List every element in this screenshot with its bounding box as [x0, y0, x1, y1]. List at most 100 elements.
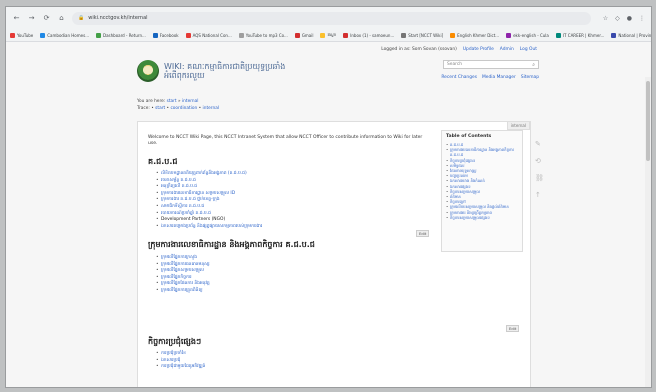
- address-bar[interactable]: 🔒 wiki.ncctgov.kh/internal: [72, 11, 591, 25]
- wiki-header: WIKI: គណៈកម្មាធិការជាតិប្រយុទ្ធប្រឆាំង អ…: [137, 60, 539, 94]
- bookmark-item[interactable]: YouTube to mp3 Co...: [238, 32, 288, 38]
- toc-item[interactable]: ក្រុមការងារលេខាធិការដ្ឋាន និងអង្គភាពកិច្…: [446, 147, 518, 157]
- wiki-link[interactable]: ការប្រជុំប្រចាំខែ: [156, 351, 205, 358]
- wiki-link[interactable]: លិខិតបទដ្ឋានគតិយុត្តពាក់ព័ន្ធនឹងអង្គភាព …: [156, 171, 262, 178]
- bookmark-label: Gmail: [301, 32, 314, 38]
- wiki-link[interactable]: អនុក្រឹត្យលើ គ.ជ.ប.ជ: [156, 184, 262, 191]
- wiki-link[interactable]: ក្រុមលើផ្នែកការក្រសួង: [156, 255, 210, 262]
- bookmark-favicon-icon: [506, 32, 512, 38]
- bookmark-favicon-icon: [611, 32, 617, 38]
- wiki-link[interactable]: ក្រុមលើផ្នែកផែនការ និងអនុវត្ត: [156, 281, 210, 288]
- bookmark-item[interactable]: English Khmer Dict...: [450, 32, 500, 38]
- recent-changes-link[interactable]: Recent Changes: [441, 75, 477, 80]
- bookmark-item[interactable]: Cambodian Homes...: [40, 32, 90, 38]
- bookmark-label: Cambodian Homes...: [47, 32, 90, 38]
- home-icon[interactable]: ⌂: [57, 14, 66, 22]
- bookmark-favicon-icon: [238, 32, 244, 38]
- star-icon[interactable]: ☆: [603, 15, 608, 22]
- bookmark-item[interactable]: Facebook: [152, 32, 179, 38]
- trace-start[interactable]: start: [155, 106, 165, 111]
- media-manager-link[interactable]: Media Manager: [482, 75, 516, 80]
- section-list-secretariat: ក្រុមលើផ្នែកការក្រសួងក្រុមលើផ្នែកការធនធា…: [156, 255, 210, 295]
- bookmark-item[interactable]: AQS National Con...: [185, 32, 232, 38]
- edit-button[interactable]: Edit: [506, 325, 520, 332]
- bookmarks-bar: YouTube Cambodian Homes... Dashboard - Ret…: [6, 29, 651, 42]
- address-text[interactable]: wiki.ncctgov.kh/internal: [88, 15, 147, 21]
- scrollbar[interactable]: [645, 77, 651, 387]
- edit-page-icon[interactable]: ✎: [535, 140, 544, 148]
- bookmark-item[interactable]: YouTube: [10, 32, 34, 38]
- trace-label: Trace:: [137, 105, 150, 111]
- browser-window: ← → ⟳ ⌂ 🔒 wiki.ncctgov.kh/internal ☆ ◇ ●…: [5, 6, 652, 388]
- ncct-logo[interactable]: [137, 60, 159, 82]
- bookmark-label: Start [NCCT Wiki]: [408, 32, 444, 38]
- bookmark-item[interactable]: ឥណ្ឌា: [320, 32, 336, 38]
- bookmark-item[interactable]: National | Provin R...: [611, 32, 651, 38]
- wiki-link[interactable]: សមាជិកទីស្តីការ គ.ជ.ប.ជ: [156, 204, 262, 211]
- crumb-internal[interactable]: internal: [182, 99, 199, 104]
- bookmark-label: AQS National Con...: [192, 32, 232, 38]
- update-profile-link[interactable]: Update Profile: [463, 47, 494, 52]
- bookmark-label: IT CAREER | Khmer...: [562, 32, 605, 38]
- bookmark-label: English Khmer Dict...: [457, 32, 500, 38]
- bookmark-label: Inbox (1) - samoeun...: [350, 32, 395, 38]
- bookmark-favicon-icon: [96, 32, 102, 38]
- menu-icon[interactable]: ⋮: [639, 15, 645, 22]
- breadcrumb: You are here: start » internal Trace: • …: [137, 99, 219, 112]
- profile-icon[interactable]: ●: [627, 15, 632, 22]
- bookmark-favicon-icon: [343, 32, 349, 38]
- bookmark-item[interactable]: Gmail: [294, 32, 314, 38]
- wiki-link[interactable]: ការប្រជុំជាមួយដៃគូអភិវឌ្ឍន៍: [156, 364, 205, 371]
- wiki-page: Logged in as: Som Sovan (ssovan) Update …: [6, 42, 651, 387]
- page-tools: ✎ ⟲ ⛓ ↑: [535, 140, 544, 199]
- forward-icon[interactable]: →: [27, 14, 36, 22]
- bookmark-favicon-icon: [152, 32, 158, 38]
- bookmark-item[interactable]: Dashboard - Return...: [96, 32, 146, 38]
- section-heading-ncct: គ.ជ.ប.ជ: [148, 157, 178, 166]
- search-icon[interactable]: ⌕: [532, 62, 535, 68]
- revisions-icon[interactable]: ⟲: [535, 157, 544, 165]
- back-to-top-icon[interactable]: ↑: [535, 191, 544, 199]
- trace-internal[interactable]: internal: [203, 106, 220, 111]
- bookmark-item[interactable]: Start [NCCT Wiki]: [401, 32, 444, 38]
- bookmark-favicon-icon: [401, 32, 407, 38]
- bookmark-label: National | Provin R...: [618, 32, 651, 38]
- wiki-link[interactable]: ក្រុមលើផ្នែកសម្របសម្រួល: [156, 268, 210, 275]
- search-input[interactable]: Search ⌕: [443, 60, 539, 69]
- crumb-start[interactable]: start: [167, 99, 177, 104]
- wiki-link[interactable]: Development Partners (NGO): [156, 217, 262, 224]
- bookmark-label: YouTube to mp3 Co...: [245, 32, 288, 38]
- bookmark-item[interactable]: Inbox (1) - samoeun...: [343, 32, 395, 38]
- browser-toolbar: ← → ⟳ ⌂ 🔒 wiki.ncctgov.kh/internal ☆ ◇ ●…: [6, 7, 651, 29]
- bookmark-favicon-icon: [320, 32, 326, 38]
- section-heading-meetings: កិច្ចការប្រជុំផ្សេងៗ: [148, 337, 202, 346]
- search-placeholder: Search: [447, 62, 463, 67]
- bookmark-favicon-icon: [294, 32, 300, 38]
- bookmark-label: Dashboard - Return...: [103, 32, 146, 38]
- trace-coordination[interactable]: coordination: [170, 106, 197, 111]
- wiki-link[interactable]: ក្រុមលើផ្នែកការត្រួតពិនិត្យ: [156, 288, 210, 295]
- bookmark-label: ឥណ្ឌា: [327, 32, 337, 37]
- wiki-link[interactable]: ក្រុមការងារ គ.ជ.ប.ជ ថ្នាក់ខេត្ត-ក្រុង: [156, 197, 262, 204]
- extensions-icon[interactable]: ◇: [615, 15, 620, 22]
- logout-link[interactable]: Log Out: [520, 47, 537, 52]
- admin-link[interactable]: Admin: [500, 47, 514, 52]
- reload-icon[interactable]: ⟳: [42, 14, 51, 22]
- you-are-here-label: You are here:: [137, 99, 166, 104]
- lock-icon: 🔒: [78, 15, 85, 21]
- backlinks-icon[interactable]: ⛓: [535, 174, 544, 182]
- bookmark-favicon-icon: [555, 32, 561, 38]
- sitemap-link[interactable]: Sitemap: [521, 75, 539, 80]
- scrollbar-thumb[interactable]: [646, 81, 650, 161]
- toc-item[interactable]: កិច្ចការសម្របសម្រួលផ្សេងៗ: [446, 215, 518, 220]
- bookmark-item[interactable]: IT CAREER | Khmer...: [555, 32, 605, 38]
- wiki-link[interactable]: ឯកសារគម្រោងប្រព័ន្ធ និងផ្សព្វផ្សាយសកម្មភ…: [156, 224, 262, 231]
- site-tools: Recent Changes Media Manager Sitemap: [441, 75, 539, 80]
- section-list-meetings: ការប្រជុំប្រចាំខែឯកសារប្រជុំការប្រជុំជាម…: [156, 351, 205, 371]
- bookmark-item[interactable]: ekk-english - Cula: [506, 32, 549, 38]
- bookmark-label: YouTube: [17, 32, 34, 38]
- toolbar-icons: ☆ ◇ ● ⋮: [603, 15, 645, 22]
- edit-button[interactable]: Edit: [416, 230, 430, 237]
- site-title[interactable]: WIKI: គណៈកម្មាធិការជាតិប្រយុទ្ធប្រឆាំង អ…: [164, 62, 344, 80]
- back-icon[interactable]: ←: [12, 14, 21, 22]
